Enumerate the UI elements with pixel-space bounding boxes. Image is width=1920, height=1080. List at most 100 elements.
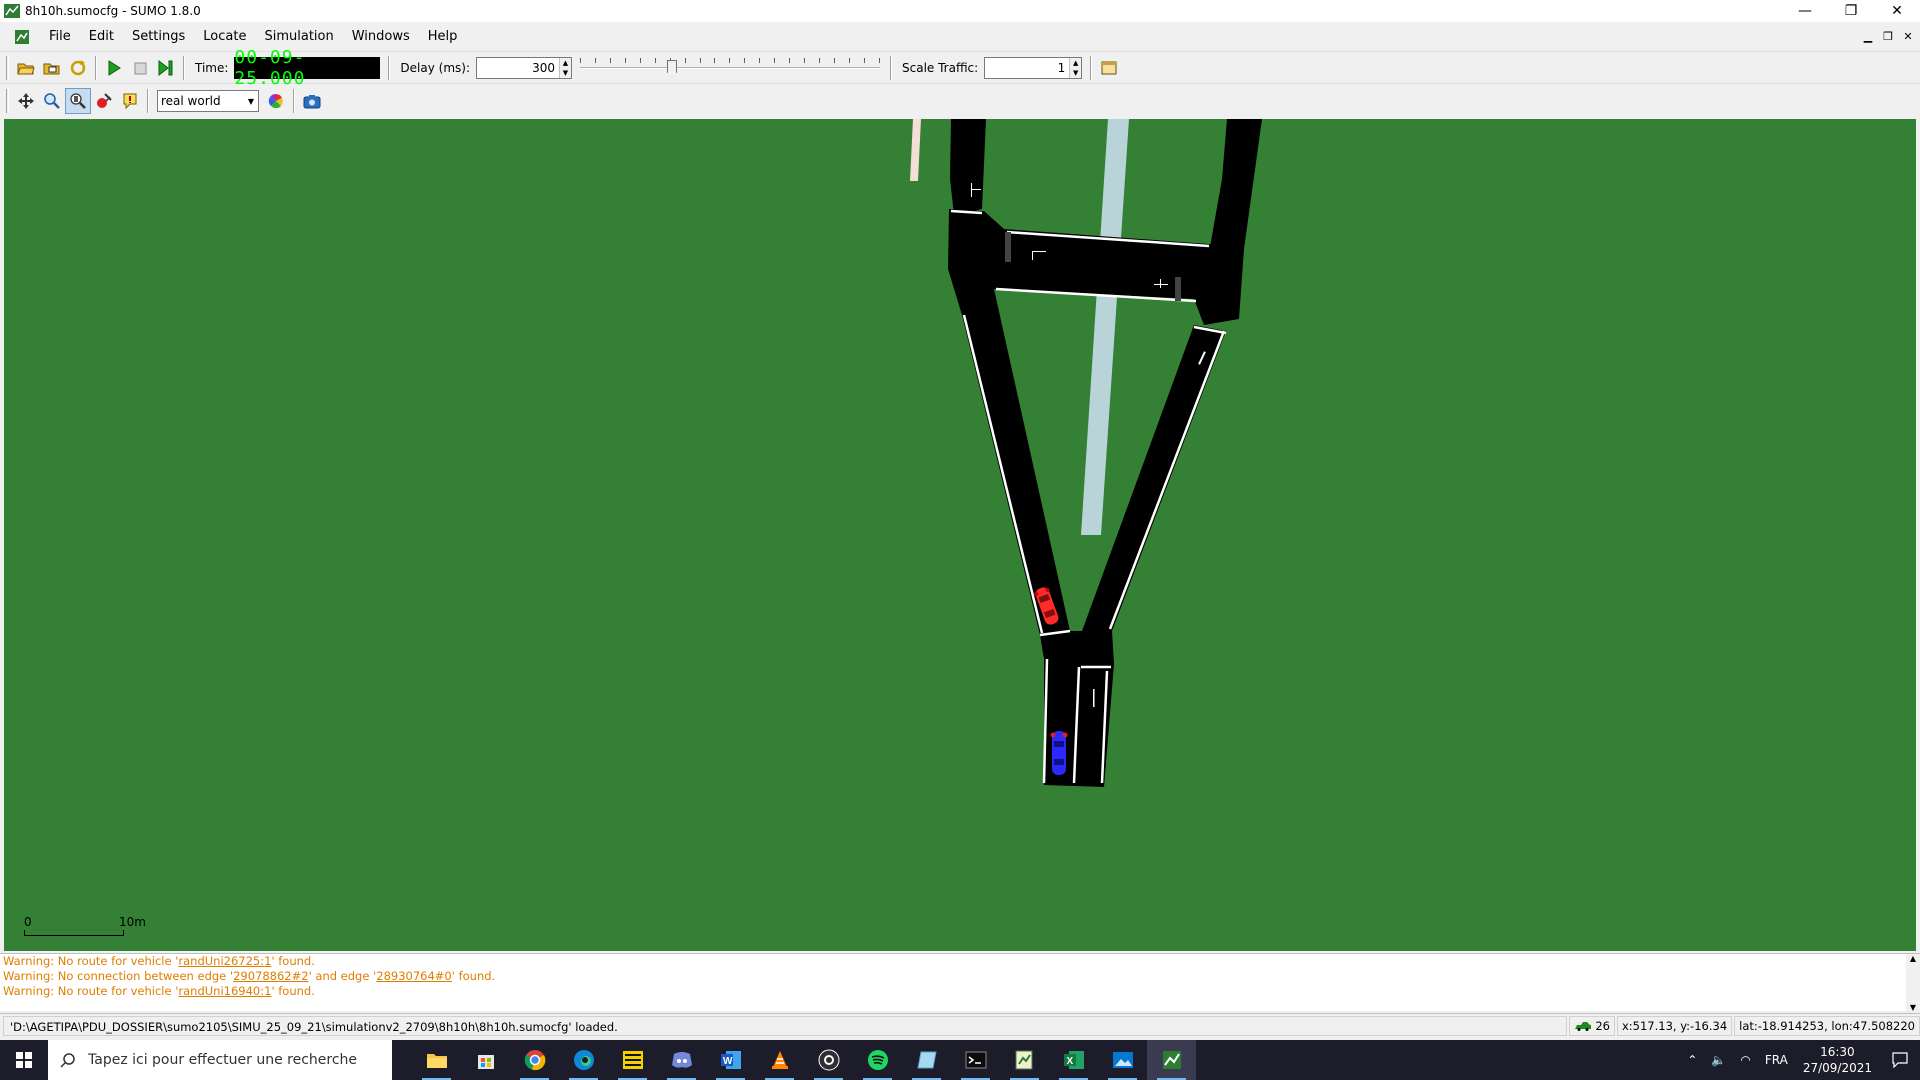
terminal-icon[interactable] [951,1040,1000,1080]
wifi-icon[interactable]: ◠ [1733,1053,1757,1067]
svg-text:W: W [723,1056,733,1067]
locate-vehicle-icon[interactable] [65,88,91,114]
menu-windows[interactable]: Windows [343,29,419,44]
sumo-app-icon [4,4,20,18]
delay-slider[interactable] [580,56,880,80]
vehicle-blue[interactable] [1050,729,1068,777]
menu-help[interactable]: Help [419,29,467,44]
clock-date: 27/09/2021 [1802,1061,1872,1075]
new-view-icon[interactable] [1096,55,1122,81]
spin-down-icon[interactable]: ▼ [1073,69,1078,77]
spin-down-icon[interactable]: ▼ [563,69,568,77]
restore-button[interactable]: ❐ [1828,0,1874,22]
scroll-down-icon[interactable]: ▼ [1910,1003,1916,1012]
spin-up-icon[interactable]: ▲ [563,59,568,67]
vlc-icon[interactable] [755,1040,804,1080]
obs-icon[interactable] [804,1040,853,1080]
discord-icon[interactable] [657,1040,706,1080]
reload-icon[interactable] [65,55,91,81]
message-text: ' found. [271,984,315,998]
color-wheel-icon[interactable] [263,88,289,114]
excel-icon[interactable]: X [1049,1040,1098,1080]
chrome-icon[interactable] [510,1040,559,1080]
run-icon[interactable] [101,55,127,81]
window-title: 8h10h.sumocfg - SUMO 1.8.0 [25,4,201,18]
search-placeholder[interactable]: Tapez ici pour effectuer une recherche [88,1052,357,1068]
vehicle-count: 26 [1595,1018,1610,1033]
edge-link[interactable]: 29078862#2 [233,969,309,983]
scale-traffic-label: Scale Traffic: [902,60,979,75]
color-scheme-value[interactable]: real world [158,94,244,108]
color-scheme-select[interactable]: real world ▼ [157,90,259,112]
chevron-down-icon[interactable]: ▼ [244,91,258,111]
screenshot-camera-icon[interactable] [299,88,325,114]
sumo-gui-icon[interactable] [1147,1040,1196,1080]
network-canvas[interactable]: 0 10m [4,119,1916,951]
mdi-close-icon[interactable]: ✕ [1900,28,1916,44]
message-text: ' found. [451,969,496,983]
scale-start-label: 0 [24,915,32,929]
message-window[interactable]: Warning: No route for vehicle 'randUni26… [0,953,1920,1012]
clock-time: 16:30 [1820,1045,1855,1059]
media-app-icon[interactable] [608,1040,657,1080]
windows-taskbar: Tapez ici pour effectuer une recherche W… [0,1040,1920,1080]
edge-icon[interactable] [559,1040,608,1080]
vehicle-link[interactable]: randUni16940:1 [178,984,271,998]
delay-spinner[interactable]: 300 ▲ ▼ [476,56,572,79]
menu-settings[interactable]: Settings [123,29,194,44]
minimize-button[interactable]: — [1782,0,1828,22]
file-explorer-icon[interactable] [412,1040,461,1080]
toolbar-grip[interactable] [6,55,9,80]
language-indicator[interactable]: FRA [1758,1053,1795,1067]
recenter-view-icon[interactable] [13,88,39,114]
message-line: Warning: No connection between edge '290… [0,969,1920,984]
message-line: Warning: No route for vehicle 'randUni26… [0,954,1920,969]
delay-value[interactable]: 300 [477,58,559,78]
additional-objects-icon[interactable] [117,88,143,114]
title-bar: 8h10h.sumocfg - SUMO 1.8.0 — ❐ ✕ [0,0,1920,22]
mdi-window-icon[interactable] [14,29,30,45]
edge-link[interactable]: 28930764#0 [376,969,452,983]
geo-position: lat:-18.914253, lon:47.508220 [1734,1015,1920,1036]
volume-icon[interactable]: 🔈 [1704,1053,1733,1067]
time-display: 00-09-25.000 [234,47,381,89]
spotify-icon[interactable] [853,1040,902,1080]
message-text: Warning: No route for vehicle ' [3,954,179,968]
open-network-icon[interactable] [39,55,65,81]
zoom-icon[interactable] [39,88,65,114]
menu-edit[interactable]: Edit [80,29,123,44]
edit-breakpoints-icon[interactable] [91,88,117,114]
windows-start-icon[interactable] [0,1040,48,1080]
menu-simulation[interactable]: Simulation [255,29,342,44]
delay-slider-thumb[interactable] [667,59,677,78]
scroll-up-icon[interactable]: ▲ [1910,954,1916,963]
spin-up-icon[interactable]: ▲ [1073,59,1078,67]
message-text: Warning: No connection between edge ' [3,969,234,983]
scale-end-label: 10m [119,915,146,929]
taskbar-search[interactable]: Tapez ici pour effectuer une recherche [48,1040,392,1080]
time-label: Time: [195,60,229,75]
message-scrollbar[interactable]: ▲ ▼ [1906,954,1920,1012]
vehicle-link[interactable]: randUni26725:1 [178,954,271,968]
photos-icon[interactable] [1098,1040,1147,1080]
menu-file[interactable]: File [40,29,80,44]
toolbar-grip[interactable] [6,89,9,113]
scale-traffic-value[interactable]: 1 [985,58,1069,78]
stop-icon[interactable] [127,55,153,81]
status-bar: 'D:\AGETIPA\PDU_DOSSIER\sumo2105\SIMU_25… [0,1013,1920,1037]
scale-traffic-spinner[interactable]: 1 ▲ ▼ [984,56,1083,79]
open-folder-icon[interactable] [13,55,39,81]
chevron-up-icon[interactable]: ⌃ [1680,1053,1704,1067]
notification-icon[interactable] [1880,1040,1920,1080]
close-button[interactable]: ✕ [1874,0,1920,22]
sumo-netedit-icon[interactable] [1000,1040,1049,1080]
store-icon[interactable] [461,1040,510,1080]
mdi-restore-icon[interactable]: ❐ [1880,28,1896,44]
step-icon[interactable] [153,55,179,81]
word-icon[interactable]: W [706,1040,755,1080]
notes-app-icon[interactable] [902,1040,951,1080]
menu-locate[interactable]: Locate [194,29,255,44]
mdi-minimize-icon[interactable]: ▁ [1860,28,1876,44]
car-icon [1050,731,1068,775]
taskbar-clock[interactable]: 16:30 27/09/2021 [1795,1044,1880,1076]
